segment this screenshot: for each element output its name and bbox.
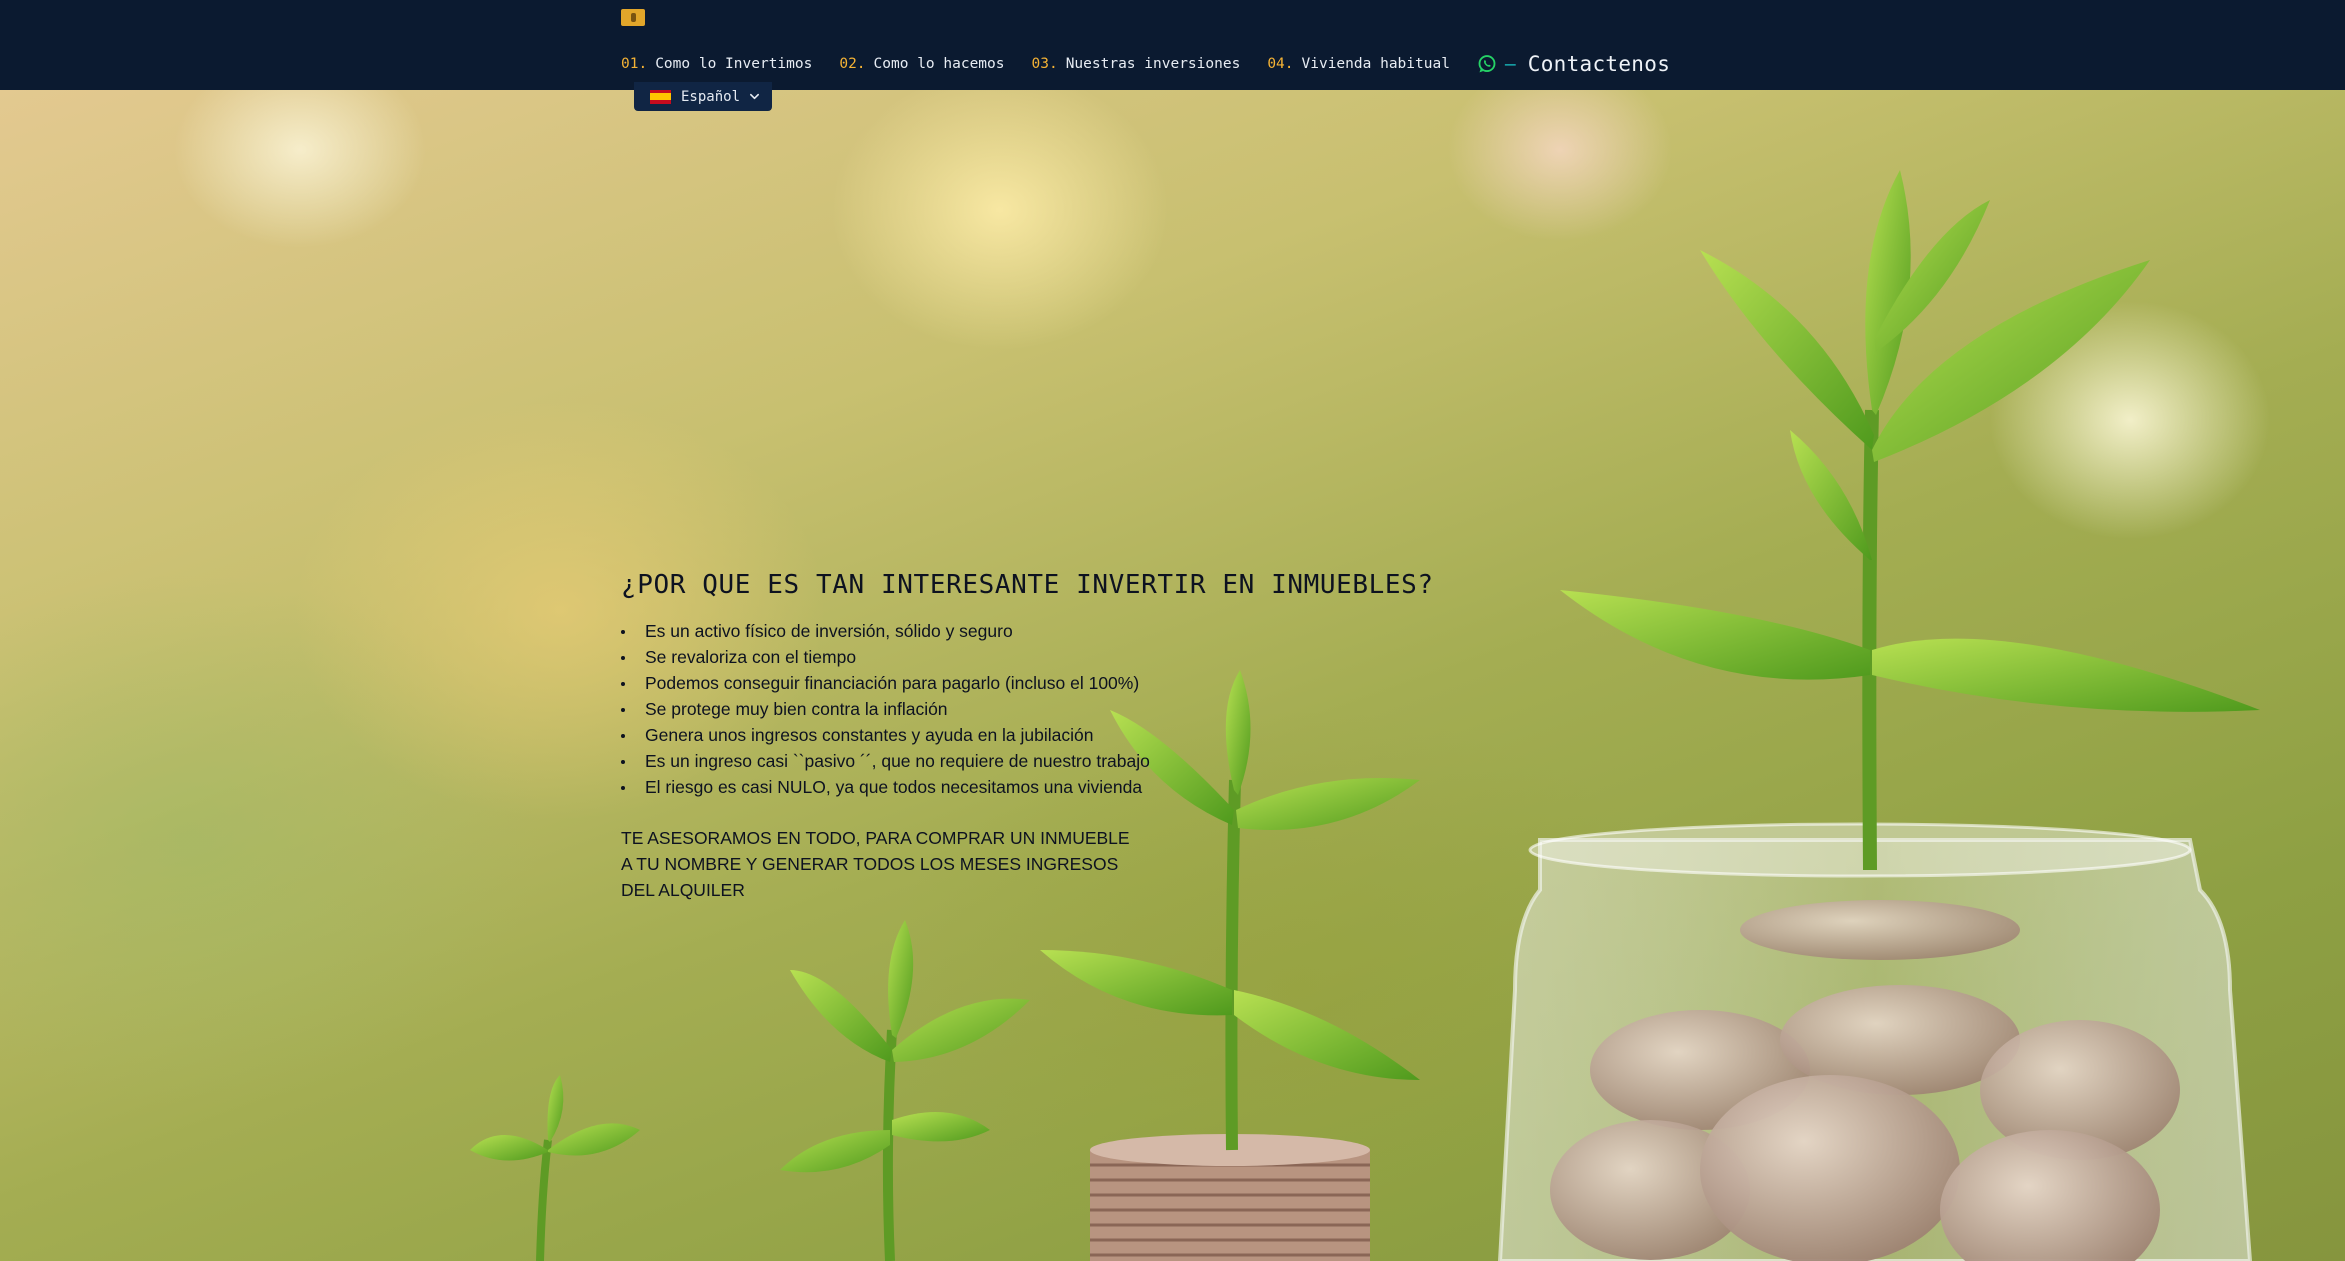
nav-item-como-lo-hacemos[interactable]: 02. Como lo hacemos [839,56,1004,72]
benefits-list: Es un activo físico de inversión, sólido… [621,618,1150,800]
site-header: 01. Como lo Invertimos 02. Como lo hacem… [0,0,2345,90]
contact-link[interactable]: — Contactenos [1477,52,1670,76]
contact-label: Contactenos [1527,52,1671,76]
language-selector[interactable]: Español [634,82,772,111]
sprout-1 [470,1075,640,1261]
nav-item-nuestras-inversiones[interactable]: 03. Nuestras inversiones [1032,56,1241,72]
sprout-2 [780,920,1030,1261]
nav-label: Como lo Invertimos [655,56,813,72]
nav-item-vivienda-habitual[interactable]: 04. Vivienda habitual [1267,56,1450,72]
list-item: Se revaloriza con el tiempo [621,644,1150,670]
list-item: El riesgo es casi NULO, ya que todos nec… [621,774,1150,800]
hero-background-image [470,170,2260,1261]
logo[interactable] [621,9,645,26]
hero-section: ¿POR QUE ES TAN INTERESANTE INVERTIR EN … [0,90,2345,1261]
list-item: Genera unos ingresos constantes y ayuda … [621,722,1150,748]
nav-item-como-lo-invertimos[interactable]: 01. Como lo Invertimos [621,56,812,72]
whatsapp-icon [1478,55,1496,73]
main-nav: 01. Como lo Invertimos 02. Como lo hacem… [621,49,1670,79]
hero-heading: ¿POR QUE ES TAN INTERESANTE INVERTIR EN … [621,570,1434,600]
list-item: Es un activo físico de inversión, sólido… [621,618,1150,644]
list-item: Es un ingreso casi ``pasivo ´´, que no r… [621,748,1150,774]
contact-dash: — [1504,53,1516,75]
list-item: Se protege muy bien contra la inflación [621,696,1150,722]
hero-tagline: TE ASESORAMOS EN TODO, PARA COMPRAR UN I… [621,828,1130,900]
chevron-down-icon [750,93,760,100]
nav-number: 02. [839,56,866,72]
spain-flag-icon [650,89,671,104]
language-label: Español [681,88,741,105]
nav-number: 01. [621,56,648,72]
coin-jar [1497,822,2253,1261]
list-item: Podemos conseguir financiación para paga… [621,670,1150,696]
nav-number: 04. [1267,56,1294,72]
sprout-4 [1560,170,2260,871]
nav-label: Nuestras inversiones [1065,56,1241,72]
nav-number: 03. [1031,56,1058,72]
nav-label: Como lo hacemos [873,56,1005,72]
nav-label: Vivienda habitual [1301,56,1450,72]
coin-stack [1090,1134,1370,1261]
